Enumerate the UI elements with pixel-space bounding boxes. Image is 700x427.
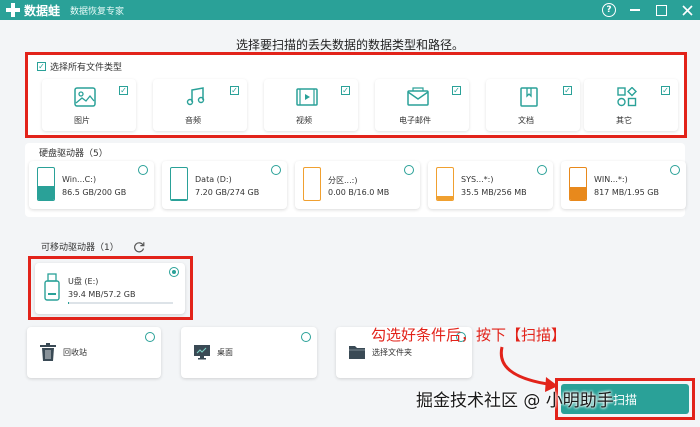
file-type-card-other[interactable]: ✓ 其它 — [584, 79, 678, 131]
drive-name: 分区...:) — [328, 176, 358, 185]
disk-icon — [170, 167, 188, 201]
image-checkbox[interactable]: ✓ — [119, 86, 128, 95]
drive-name: Data (D:) — [195, 175, 232, 184]
drive-radio[interactable] — [404, 165, 414, 175]
folder-icon — [349, 346, 365, 359]
file-type-card-document[interactable]: ✓ 文档 — [486, 79, 580, 131]
recycle-bin-icon — [40, 343, 56, 361]
file-type-card-video[interactable]: ✓ 视频 — [264, 79, 358, 131]
drive-size: 0.00 B/16.0 MB — [328, 188, 390, 197]
drive-card[interactable]: WIN...*:) 817 MB/1.95 GB — [561, 161, 686, 209]
select-all-types[interactable]: ✓ 选择所有文件类型 — [37, 60, 122, 73]
image-icon — [74, 87, 96, 107]
location-label: 回收站 — [63, 348, 87, 357]
file-type-card-image[interactable]: ✓ 图片 — [42, 79, 136, 131]
usb-drive-highlight: U盘 (E:) 39.4 MB/57.2 GB — [28, 256, 193, 320]
usb-drive-name: U盘 (E:) — [68, 277, 99, 286]
drive-name: Win...C:) — [62, 175, 97, 184]
desktop-icon — [194, 345, 210, 360]
close-icon — [681, 4, 693, 16]
disk-icon — [37, 167, 55, 201]
disk-icon — [436, 167, 454, 201]
refresh-icon[interactable] — [133, 241, 145, 253]
location-radio[interactable] — [301, 332, 311, 342]
email-icon — [407, 87, 429, 106]
file-type-label: 文档 — [518, 116, 534, 125]
document-icon — [520, 87, 538, 107]
instruction-annotation: 勾选好条件后，按下【扫描】 — [371, 326, 567, 344]
select-all-label: 选择所有文件类型 — [50, 63, 123, 73]
title-bar: 数据蛙 数据恢复专家 ? — [0, 0, 700, 20]
app-logo: 数据蛙 — [6, 2, 60, 19]
drive-size: 817 MB/1.95 GB — [594, 188, 659, 197]
drive-card[interactable]: 分区...:) 0.00 B/16.0 MB — [295, 161, 420, 209]
drive-name: SYS...*:) — [461, 175, 494, 184]
file-type-label: 视频 — [296, 116, 312, 125]
drive-card[interactable]: Data (D:) 7.20 GB/274 GB — [162, 161, 287, 209]
select-all-checkbox[interactable]: ✓ — [37, 62, 46, 71]
drive-radio[interactable] — [138, 165, 148, 175]
hard-drives-panel: 硬盘驱动器（5） Win...C:) 86.5 GB/200 GB Data (… — [25, 143, 686, 217]
video-icon — [296, 88, 318, 106]
usb-drive-icon — [44, 273, 60, 301]
location-label: 桌面 — [217, 348, 233, 357]
removable-drives-panel: 可移动驱动器（1） U盘 (E:) 39.4 MB/57.2 GB — [25, 236, 685, 320]
app-subtitle: 数据恢复专家 — [70, 6, 125, 17]
usb-drive-size: 39.4 MB/57.2 GB — [68, 290, 136, 299]
window-controls: ? — [602, 0, 694, 20]
file-type-card-email[interactable]: ✓ 电子邮件 — [375, 79, 469, 131]
drive-size: 35.5 MB/256 MB — [461, 188, 527, 197]
location-label: 选择文件夹 — [372, 348, 412, 357]
music-icon — [186, 87, 205, 106]
hard-drives-label: 硬盘驱动器（5） — [39, 149, 108, 159]
help-button[interactable]: ? — [602, 3, 616, 17]
drive-size: 86.5 GB/200 GB — [62, 188, 127, 197]
plus-logo-icon — [6, 3, 20, 17]
app-name: 数据蛙 — [24, 3, 61, 18]
usb-usage-bar — [68, 302, 173, 304]
usb-drive-radio[interactable] — [169, 267, 179, 277]
file-type-card-audio[interactable]: ✓ 音频 — [153, 79, 247, 131]
file-type-label: 图片 — [74, 116, 90, 125]
usb-drive-card[interactable]: U盘 (E:) 39.4 MB/57.2 GB — [35, 263, 185, 314]
removable-drives-header: 可移动驱动器（1） — [41, 240, 145, 253]
email-checkbox[interactable]: ✓ — [452, 86, 461, 95]
drive-card[interactable]: Win...C:) 86.5 GB/200 GB — [29, 161, 154, 209]
drive-radio[interactable] — [271, 165, 281, 175]
disk-icon — [303, 167, 321, 201]
location-recycle-bin[interactable]: 回收站 — [27, 327, 161, 378]
document-checkbox[interactable]: ✓ — [563, 86, 572, 95]
drive-radio[interactable] — [537, 165, 547, 175]
video-checkbox[interactable]: ✓ — [341, 86, 350, 95]
disk-icon — [569, 167, 587, 201]
removable-drives-label: 可移动驱动器（1） — [41, 243, 119, 253]
other-checkbox[interactable]: ✓ — [661, 86, 670, 95]
close-button[interactable] — [680, 3, 694, 17]
file-types-panel: ✓ 选择所有文件类型 ✓ 图片 ✓ 音频 ✓ 视频 ✓ 电子邮件 ✓ 文档 ✓ … — [25, 52, 687, 138]
minimize-button[interactable] — [628, 3, 642, 17]
watermark: 掘金技术社区 @ 小明助手 — [416, 391, 614, 411]
maximize-button[interactable] — [654, 3, 668, 17]
location-radio[interactable] — [145, 332, 155, 342]
file-type-label: 音频 — [185, 116, 201, 125]
location-desktop[interactable]: 桌面 — [181, 327, 317, 378]
drive-name: WIN...*:) — [594, 175, 628, 184]
drive-radio[interactable] — [670, 165, 680, 175]
drive-size: 7.20 GB/274 GB — [195, 188, 260, 197]
drive-card[interactable]: SYS...*:) 35.5 MB/256 MB — [428, 161, 553, 209]
other-icon — [617, 87, 637, 107]
file-type-label: 其它 — [616, 116, 632, 125]
page-heading: 选择要扫描的丢失数据的数据类型和路径。 — [235, 38, 464, 52]
audio-checkbox[interactable]: ✓ — [230, 86, 239, 95]
file-type-label: 电子邮件 — [399, 116, 431, 125]
